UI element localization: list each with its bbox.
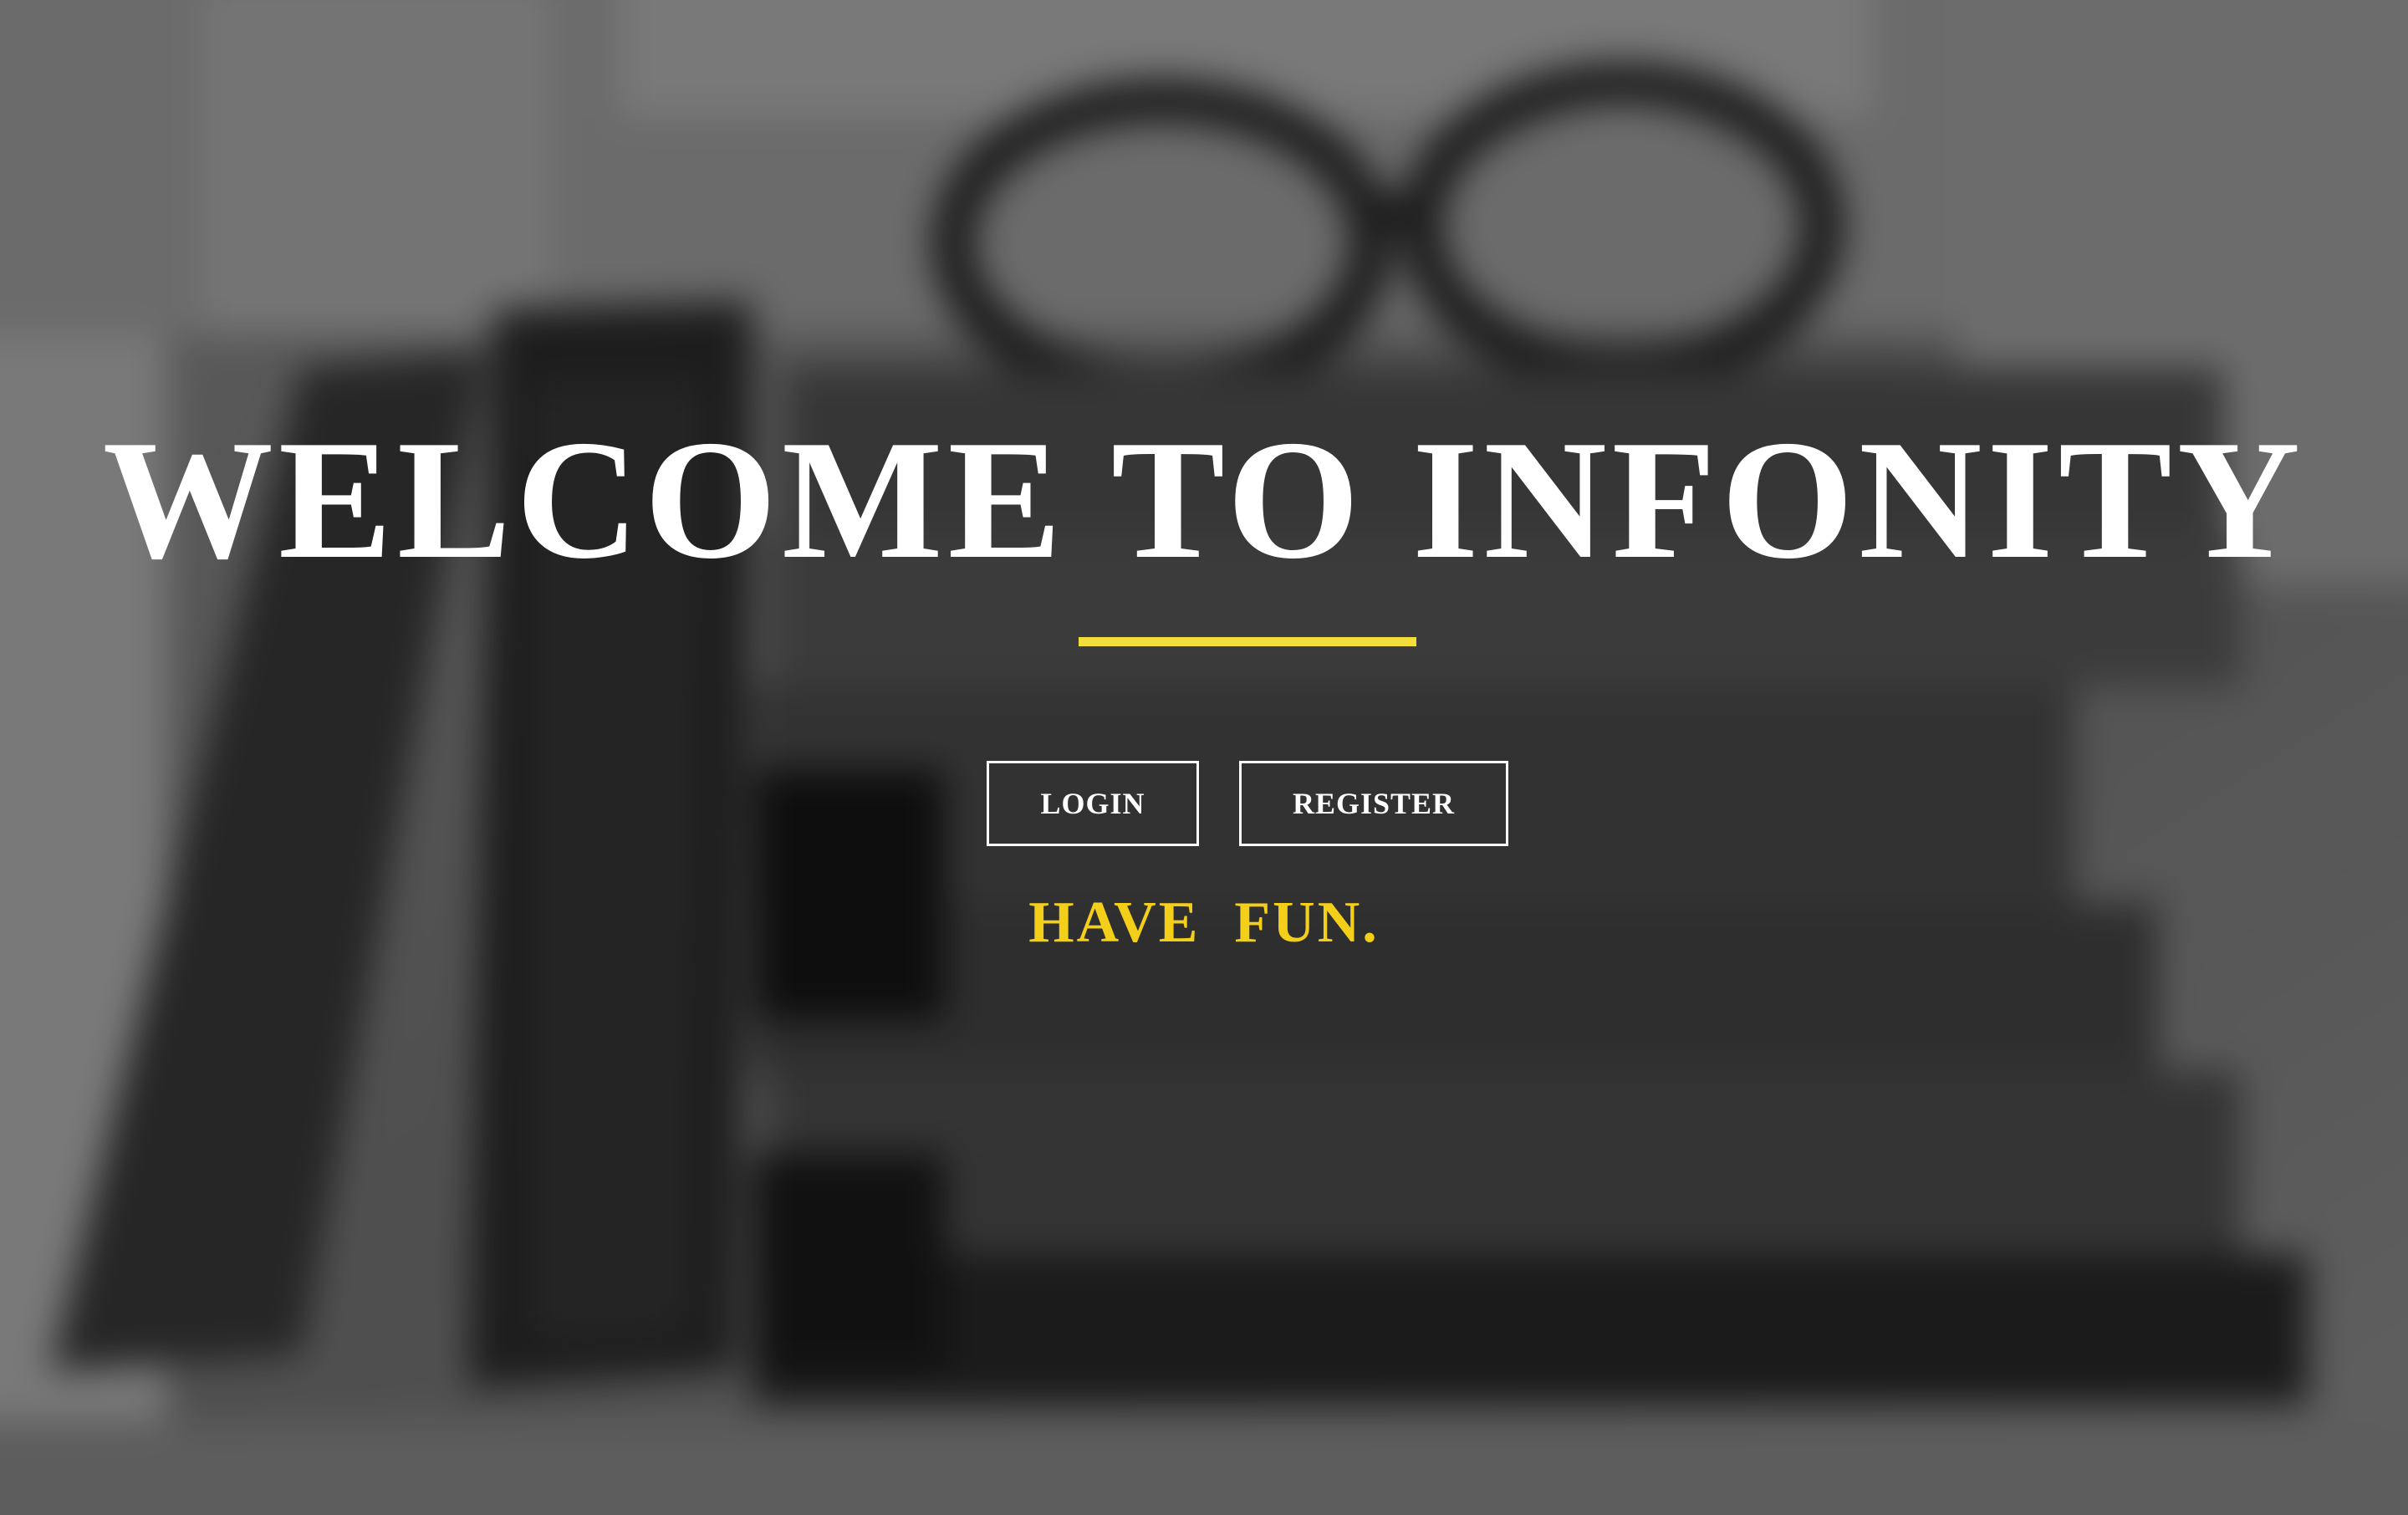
register-button[interactable]: REGISTER: [1239, 761, 1508, 846]
page-title: WELCOME TO INFONITY: [102, 406, 2306, 594]
landing-page: WELCOME TO INFONITY LOGIN REGISTER HAVE …: [0, 0, 2408, 1515]
title-underline: [1079, 637, 1416, 646]
tagline: HAVE FUN.: [1028, 890, 1380, 955]
background-overlay: [0, 0, 2408, 1515]
login-button[interactable]: LOGIN: [987, 761, 1199, 846]
